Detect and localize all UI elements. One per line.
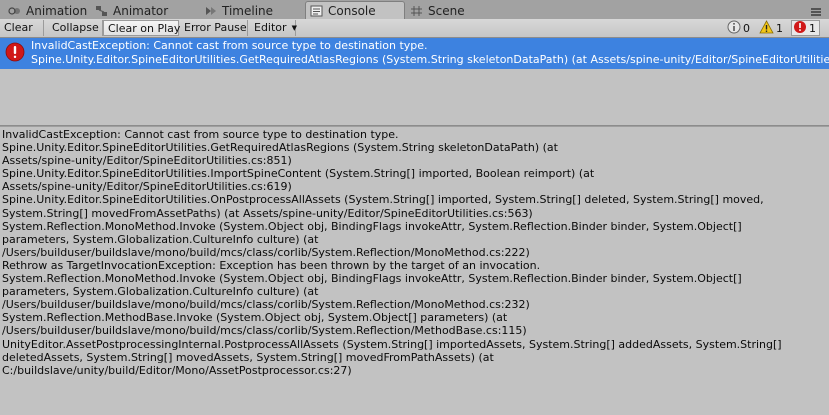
editor-dropdown-label: Editor — [254, 21, 287, 34]
console-toolbar: Clear Collapse Clear on Play Error Pause… — [0, 19, 829, 38]
stack-trace-line: parameters, System.Globalization.Culture… — [2, 232, 319, 246]
collapse-button[interactable]: Collapse — [48, 20, 103, 36]
info-count-toggle[interactable]: 0 — [727, 20, 750, 36]
tab-animator[interactable]: Animator — [91, 2, 168, 19]
tab-label: Timeline — [222, 3, 274, 18]
log-list[interactable]: InvalidCastException: Cannot cast from s… — [0, 38, 829, 126]
warning-icon — [759, 19, 774, 37]
tab-label: Animation — [26, 3, 88, 18]
warning-count-toggle[interactable]: 1 — [759, 19, 783, 37]
animator-icon — [95, 5, 108, 17]
error-count-toggle[interactable]: 1 — [791, 20, 820, 36]
stack-trace-line: deletedAssets, System.String[] movedAsse… — [2, 350, 494, 364]
clear-button[interactable]: Clear — [0, 20, 44, 36]
stack-trace-line: Rethrow as TargetInvocationException: Ex… — [2, 258, 541, 272]
tab-label: Console — [328, 4, 376, 18]
info-icon — [727, 20, 741, 37]
animation-icon — [8, 5, 21, 17]
warning-count: 1 — [776, 21, 783, 35]
log-entry-selected[interactable]: InvalidCastException: Cannot cast from s… — [0, 38, 829, 69]
stack-trace-line: /Users/builduser/buildslave/mono/build/m… — [2, 245, 530, 259]
console-icon — [310, 5, 323, 17]
dropdown-arrow-icon: ▼ — [291, 24, 297, 32]
stack-trace-line: /Users/builduser/buildslave/mono/build/m… — [2, 298, 530, 312]
error-count: 1 — [809, 21, 816, 35]
timeline-icon — [204, 5, 217, 17]
tab-label: Scene — [428, 3, 465, 18]
clear-on-play-toggle[interactable]: Clear on Play — [103, 20, 180, 36]
scene-icon — [410, 5, 423, 17]
error-pause-toggle[interactable]: Error Pause — [180, 20, 248, 36]
window-tab-strip: Animation Animator Timeline Console Scen… — [0, 0, 829, 20]
stack-trace-line: Assets/spine-unity/Editor/SpineEditorUti… — [2, 180, 292, 194]
log-entry-message: InvalidCastException: Cannot cast from s… — [31, 39, 428, 52]
stack-trace-line: C:/buildslave/unity/build/Editor/Mono/As… — [2, 363, 352, 377]
stack-trace-line: Assets/spine-unity/Editor/SpineEditorUti… — [2, 154, 292, 168]
tab-animation[interactable]: Animation — [4, 2, 87, 19]
tab-console[interactable]: Console — [305, 1, 405, 20]
stack-trace-line: parameters, System.Globalization.Culture… — [2, 285, 319, 299]
error-icon — [793, 20, 807, 37]
stack-trace-line: System.Reflection.MethodBase.Invoke (Sys… — [2, 311, 508, 325]
stack-trace-line: System.Reflection.MonoMethod.Invoke (Sys… — [2, 272, 742, 286]
tab-scene[interactable]: Scene — [406, 2, 465, 19]
editor-dropdown[interactable]: Editor ▼ — [250, 20, 297, 36]
tab-timeline[interactable]: Timeline — [200, 2, 273, 19]
stack-trace-line: Spine.Unity.Editor.SpineEditorUtilities.… — [2, 167, 595, 181]
stack-trace-line: /Users/builduser/buildslave/mono/build/m… — [2, 324, 527, 338]
stack-trace-line: UnityEditor.AssetPostprocessingInternal.… — [2, 337, 782, 351]
panel-splitter[interactable] — [0, 126, 829, 127]
stack-trace-line: Spine.Unity.Editor.SpineEditorUtilities.… — [2, 141, 558, 155]
error-icon — [5, 42, 25, 62]
stack-trace-line: InvalidCastException: Cannot cast from s… — [2, 128, 399, 141]
stack-trace-detail[interactable]: InvalidCastException: Cannot cast from s… — [2, 128, 827, 413]
stack-trace-line: System.Reflection.MonoMethod.Invoke (Sys… — [2, 219, 742, 233]
stack-trace-line: System.String[] movedFromAssetPaths) (at… — [2, 206, 533, 220]
stack-trace-line: Spine.Unity.Editor.SpineEditorUtilities.… — [2, 193, 764, 207]
tab-menu-icon[interactable] — [809, 3, 823, 16]
info-count: 0 — [743, 21, 750, 35]
tab-label: Animator — [113, 3, 169, 18]
log-entry-stack-first-line: Spine.Unity.Editor.SpineEditorUtilities.… — [31, 53, 829, 66]
